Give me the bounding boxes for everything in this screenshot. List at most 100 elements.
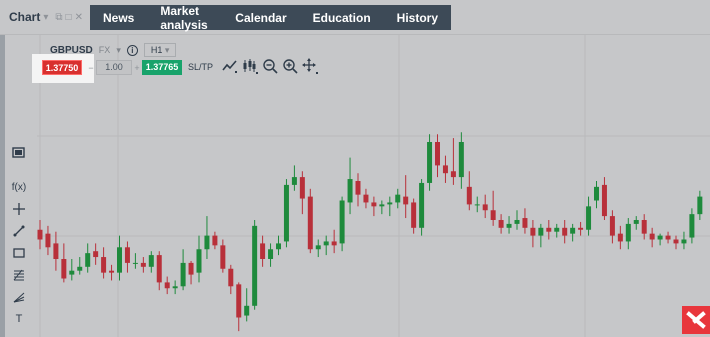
candle [570, 223, 576, 242]
candle [260, 235, 266, 267]
candle [307, 188, 313, 254]
candle-body [490, 210, 496, 220]
candle-body [260, 243, 266, 259]
zoom-out-icon[interactable] [262, 58, 278, 74]
increase-button[interactable]: + [132, 63, 142, 73]
candle-body [156, 255, 162, 283]
candle-body [188, 262, 194, 275]
rectangle-icon[interactable] [11, 246, 27, 260]
indicators-icon[interactable] [242, 58, 258, 74]
candle-body [522, 218, 528, 228]
move-icon[interactable] [302, 58, 318, 74]
candle [458, 132, 464, 189]
candle-body [140, 262, 146, 267]
candle [156, 251, 162, 291]
chevron-down-icon[interactable]: ▾ [116, 45, 121, 56]
candle-body [506, 223, 512, 228]
candle-body [85, 253, 91, 267]
candle [546, 220, 552, 240]
candle [403, 175, 409, 219]
candle-body [323, 241, 329, 246]
candle-body [379, 204, 385, 207]
candle-body [458, 142, 464, 178]
candle-body [339, 200, 345, 244]
text-icon[interactable]: T [11, 312, 27, 326]
candle [45, 225, 51, 256]
candle-body [212, 235, 218, 246]
candle [69, 259, 75, 281]
candle [172, 280, 178, 295]
candle-body [665, 235, 671, 240]
candle [697, 190, 703, 220]
candle-body [578, 227, 584, 230]
sl-tp-button[interactable]: SL/TP [188, 62, 213, 72]
buy-button[interactable]: 1.37765 [142, 60, 182, 75]
candle-body [546, 227, 552, 232]
sell-button[interactable]: 1.37750 [42, 60, 82, 75]
candle-body [371, 202, 377, 207]
trendline-icon[interactable] [11, 224, 27, 238]
candle-body [498, 220, 504, 228]
formula-icon[interactable]: f(x) [11, 180, 27, 194]
candle-body [61, 259, 67, 279]
screen-icon[interactable] [11, 146, 27, 160]
candle [450, 138, 456, 185]
candle-body [538, 227, 544, 236]
candle [276, 235, 281, 256]
candle [490, 190, 496, 226]
candle-body [466, 186, 472, 205]
candle-body [109, 270, 115, 273]
candle [148, 251, 154, 273]
crosshair-icon[interactable] [11, 202, 27, 216]
candle-body [204, 235, 210, 250]
candle [506, 216, 512, 234]
candle-body [562, 227, 568, 236]
candle-body [673, 239, 679, 244]
candle-body [355, 181, 361, 195]
fibonacci-icon[interactable] [11, 268, 27, 282]
candle-body [53, 243, 59, 259]
candle-body [69, 270, 75, 275]
candle-body [236, 284, 242, 318]
candle-body [220, 245, 226, 269]
candle [371, 196, 377, 217]
candle-body [347, 179, 353, 203]
candle [530, 220, 536, 248]
candle [466, 171, 472, 211]
candle [586, 196, 592, 236]
candle-body [331, 241, 337, 246]
candle [124, 241, 130, 273]
candle-body [196, 249, 202, 273]
candle [379, 200, 385, 215]
candle-body [164, 282, 170, 289]
symbol-type: FX [98, 45, 111, 55]
candle [427, 134, 433, 191]
candle-body [633, 220, 639, 224]
candle [435, 134, 440, 178]
candle-body [570, 227, 576, 234]
candle [625, 218, 631, 250]
candle [522, 208, 528, 234]
info-icon[interactable]: i [126, 44, 138, 56]
fan-icon[interactable] [11, 290, 27, 304]
candle-body [77, 266, 83, 271]
candle [188, 260, 194, 285]
candle [411, 198, 417, 234]
candle [268, 243, 274, 267]
candle-body [117, 247, 122, 273]
candle-body [474, 204, 480, 206]
decrease-button[interactable]: − [86, 63, 96, 73]
candle [617, 225, 623, 250]
candle-body [649, 233, 655, 240]
timeframe-select[interactable]: H1 ▾ [143, 43, 177, 57]
candle-body [641, 220, 647, 234]
candle-body [442, 165, 448, 174]
candle [244, 288, 250, 322]
candle-body [315, 245, 321, 250]
zoom-in-icon[interactable] [282, 58, 298, 74]
candle [681, 231, 687, 250]
candle [323, 235, 329, 256]
quantity-input[interactable]: 1.00 [96, 60, 132, 75]
chart-type-icon[interactable] [222, 58, 238, 74]
candle [562, 220, 568, 244]
